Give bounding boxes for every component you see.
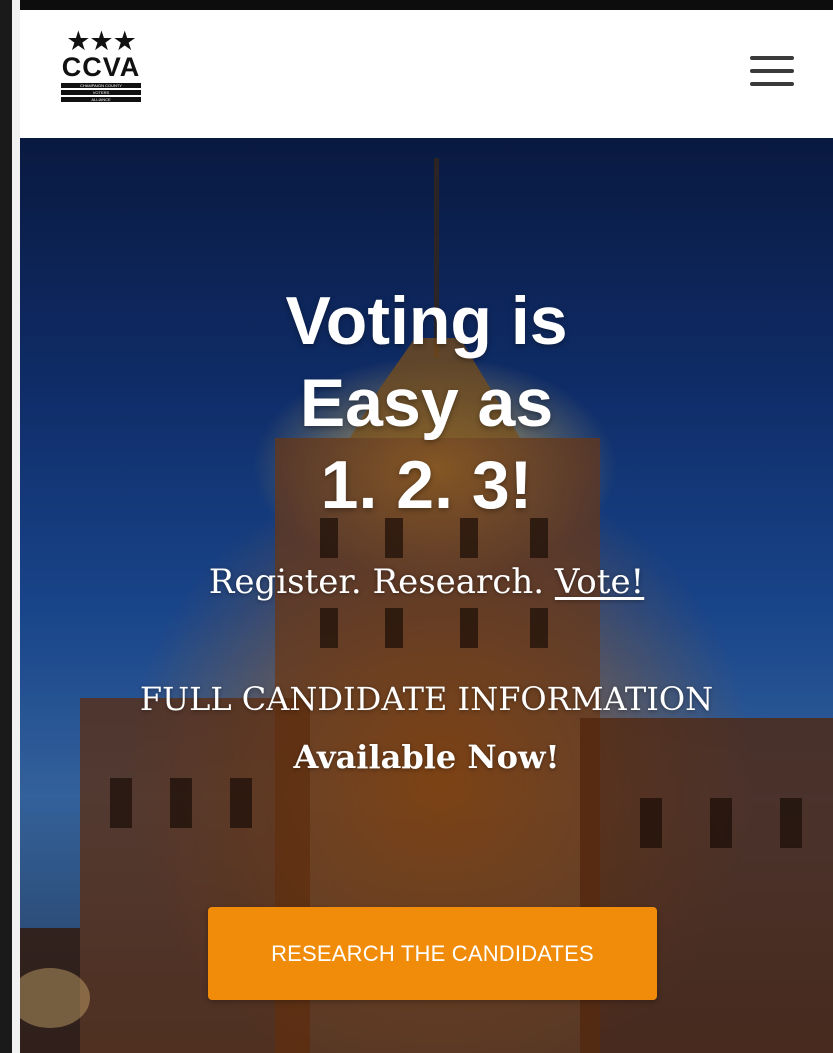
tagline-register: Register. xyxy=(208,562,362,602)
site-header: ★★★ CCVA CHAMPAIGN COUNTY VOTERS ALLIANC… xyxy=(20,10,833,138)
candidate-info-heading: FULL CANDIDATE INFORMATION xyxy=(139,680,714,718)
headline-line-1: Voting is xyxy=(285,283,568,359)
ccva-logo[interactable]: ★★★ CCVA CHAMPAIGN COUNTY VOTERS ALLIANC… xyxy=(58,28,144,112)
hamburger-bar-top xyxy=(750,56,794,60)
tagline-vote-link[interactable]: Vote! xyxy=(555,562,644,602)
hero-tagline: Register. Research. Vote! xyxy=(20,562,833,602)
hero-headline: Voting is Easy as 1. 2. 3! xyxy=(20,280,833,526)
logo-stars-icon: ★★★ xyxy=(66,26,137,57)
hamburger-bar-bottom xyxy=(750,82,794,86)
hero-section: Voting is Easy as 1. 2. 3! Register. Res… xyxy=(20,138,833,1053)
logo-tagline-line-2: VOTERS xyxy=(61,90,141,95)
logo-wordmark: CCVA xyxy=(61,52,141,82)
logo-tagline-line-3: ALLIANCE xyxy=(61,97,141,102)
hamburger-menu-icon[interactable] xyxy=(750,56,794,88)
frame-left-edge xyxy=(0,0,20,1053)
hamburger-bar-middle xyxy=(750,69,794,73)
tagline-research: Research. xyxy=(372,562,545,602)
available-now-text: Available Now! xyxy=(293,738,560,776)
headline-line-2: Easy as xyxy=(299,365,554,441)
logo-tagline-line-1: CHAMPAIGN COUNTY xyxy=(61,83,141,88)
headline-line-3: 1. 2. 3! xyxy=(320,447,533,523)
research-candidates-button[interactable]: RESEARCH THE CANDIDATES xyxy=(208,907,657,1000)
logo-tagline-bars: CHAMPAIGN COUNTY VOTERS ALLIANCE xyxy=(61,83,141,102)
frame-top-edge xyxy=(0,0,833,10)
